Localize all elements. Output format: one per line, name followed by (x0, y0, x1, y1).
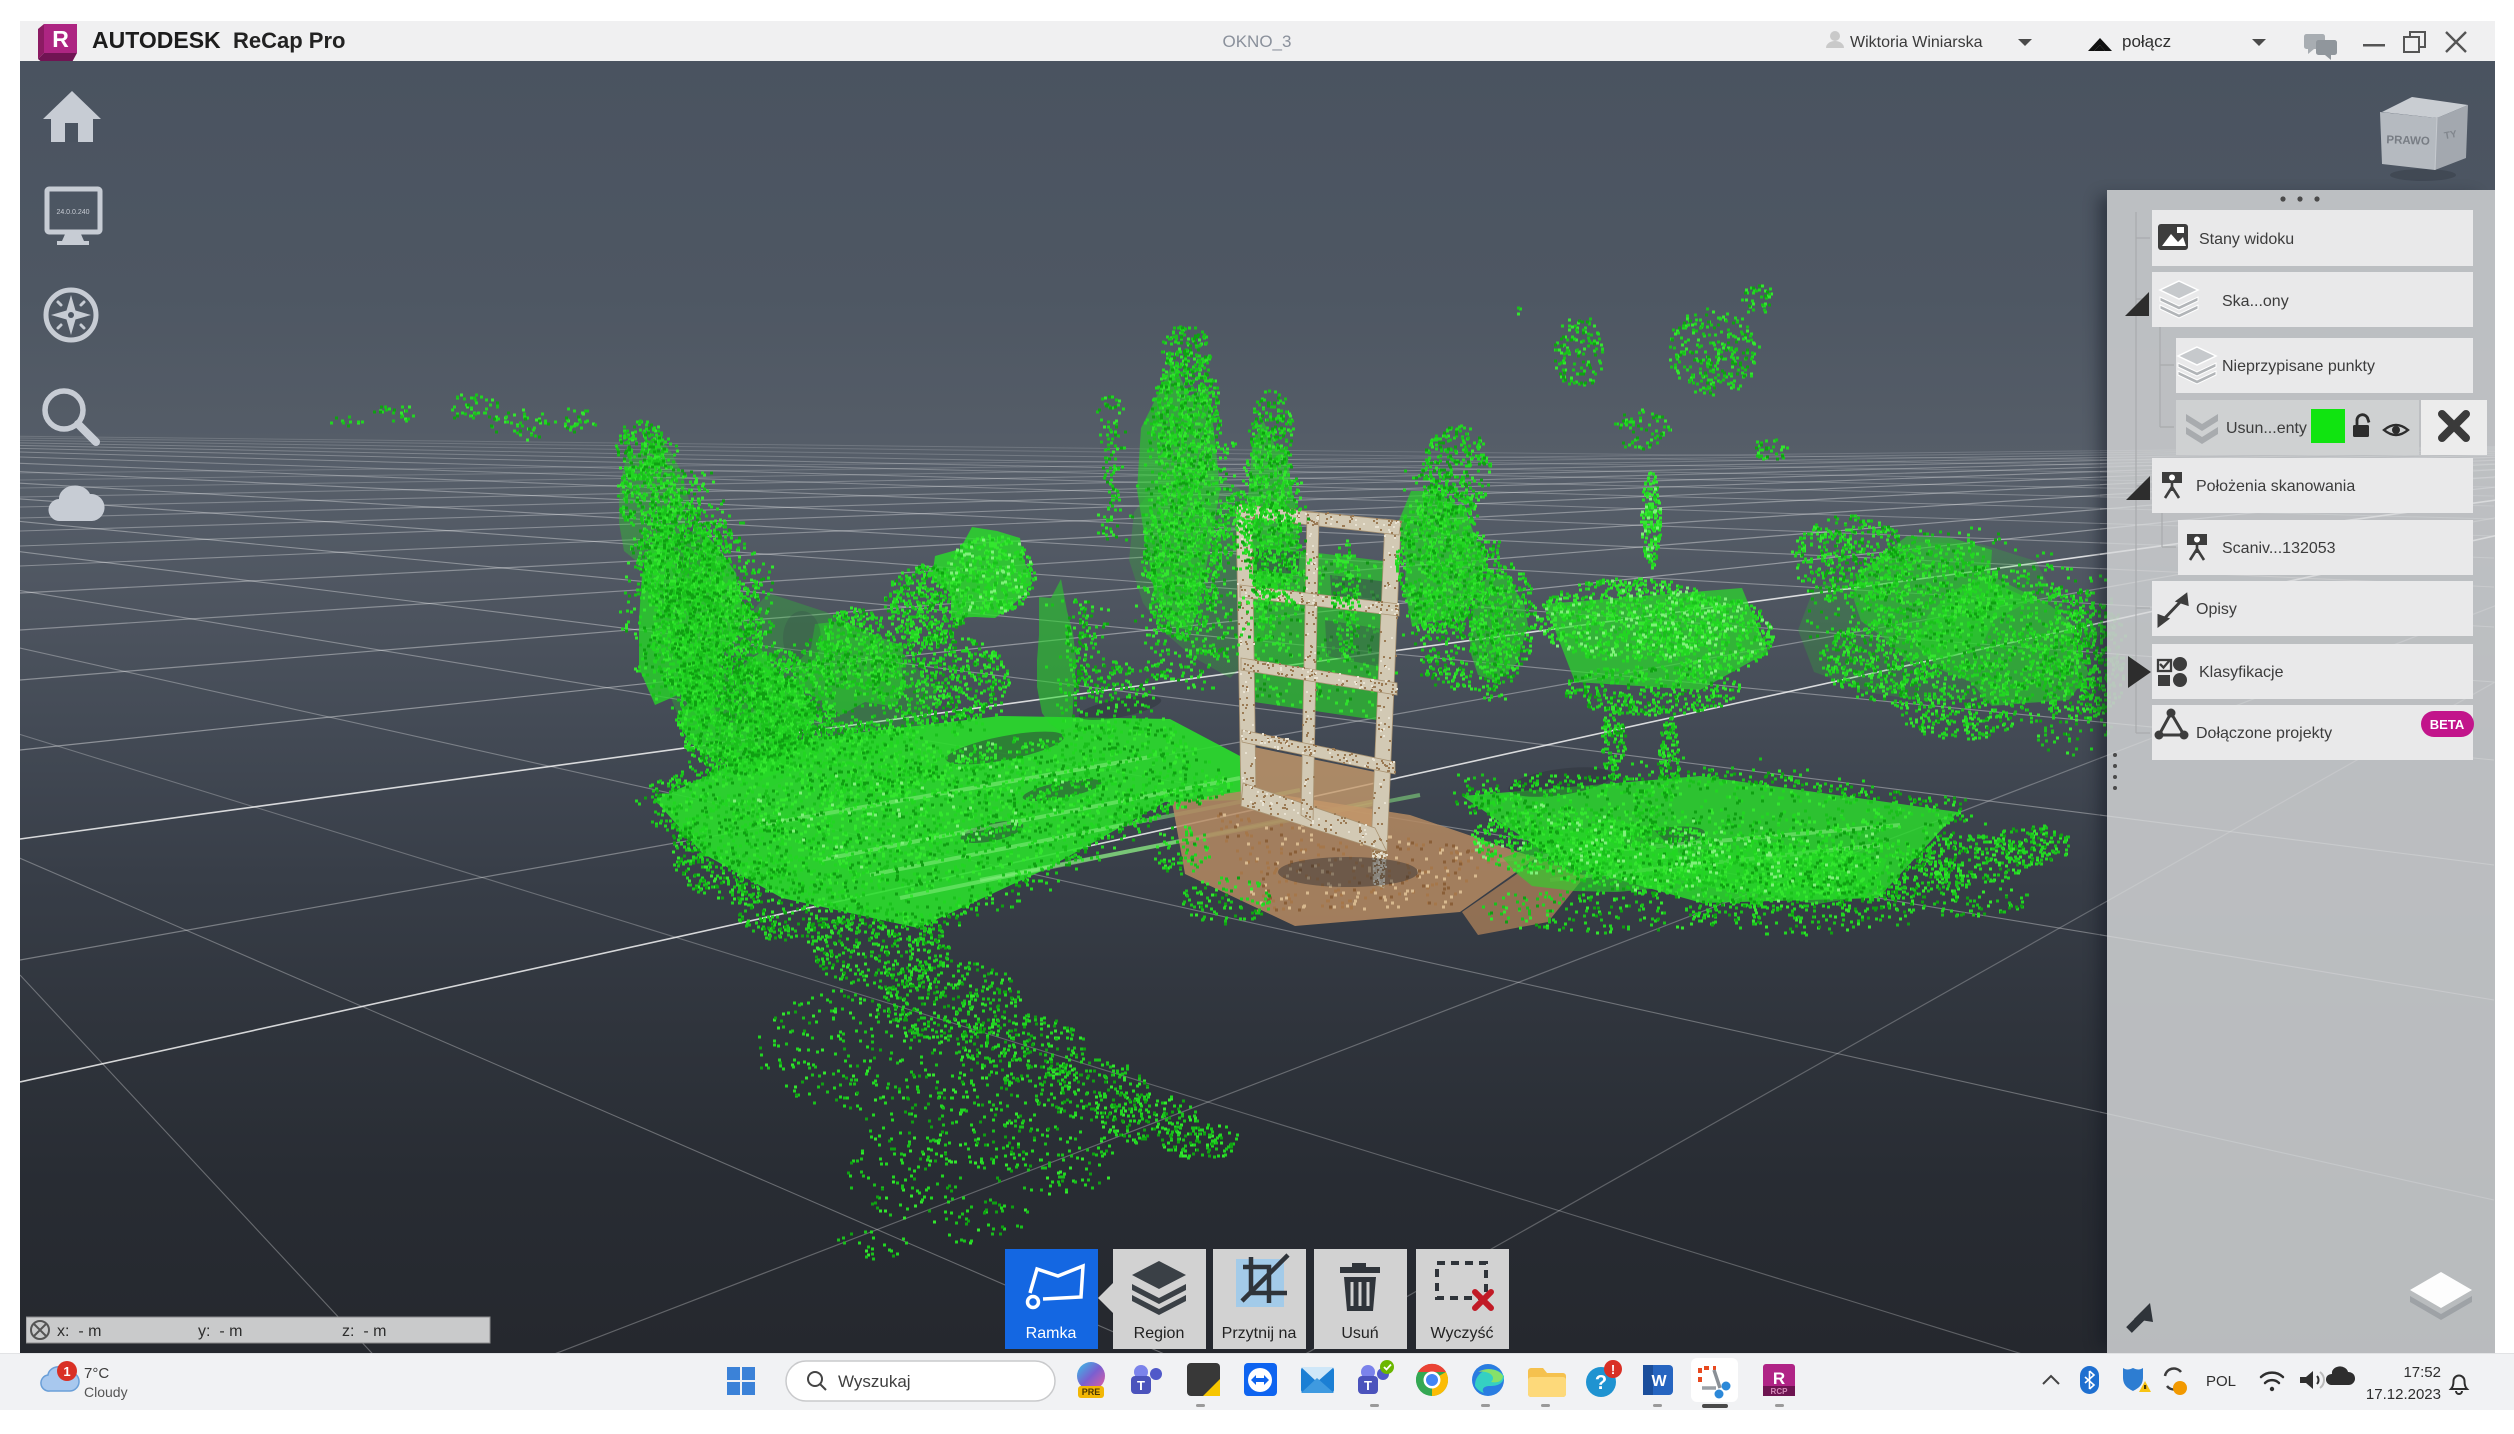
svg-text:24.0.0.240: 24.0.0.240 (56, 209, 89, 216)
svg-text:Klasyfikacje: Klasyfikacje (2199, 664, 2284, 681)
svg-text:Cloudy: Cloudy (84, 1384, 128, 1400)
svg-text:PRAWO: PRAWO (2386, 134, 2430, 148)
svg-text:Wyszukaj: Wyszukaj (838, 1372, 911, 1391)
svg-text:1: 1 (63, 1364, 70, 1379)
svg-text:W: W (1651, 1373, 1667, 1390)
svg-text:Dołączone projekty: Dołączone projekty (2196, 725, 2332, 742)
svg-text:T: T (1364, 1378, 1372, 1393)
svg-text:7°C: 7°C (84, 1365, 109, 1382)
svg-text:!: ! (1611, 1362, 1615, 1377)
svg-text:BETA: BETA (2430, 717, 2465, 732)
svg-text:POL: POL (2206, 1373, 2236, 1390)
svg-text:TY: TY (2443, 129, 2458, 142)
svg-text:Położenia skanowania: Położenia skanowania (2196, 478, 2355, 495)
svg-text:Usun...enty: Usun...enty (2226, 420, 2307, 437)
svg-text:połącz: połącz (2122, 32, 2171, 51)
svg-text:RCP: RCP (1771, 1387, 1789, 1396)
svg-text:Ramka: Ramka (1026, 1325, 1077, 1342)
svg-text:Region: Region (1134, 1325, 1185, 1342)
svg-text:ReCap Pro: ReCap Pro (233, 28, 345, 53)
svg-text:Ska...ony: Ska...ony (2222, 293, 2289, 310)
svg-text:PRE: PRE (1082, 1387, 1101, 1397)
svg-text:OKNO_3: OKNO_3 (1223, 32, 1292, 51)
svg-text:Nieprzypisane punkty: Nieprzypisane punkty (2222, 358, 2375, 375)
svg-text:y: - m: y: - m (198, 1323, 242, 1340)
svg-text:R: R (52, 26, 69, 52)
svg-text:T: T (1137, 1378, 1145, 1393)
svg-text:Wiktoria Winiarska: Wiktoria Winiarska (1850, 34, 1983, 51)
svg-text:Stany widoku: Stany widoku (2199, 231, 2294, 248)
svg-text:Scaniv...132053: Scaniv...132053 (2222, 540, 2336, 557)
svg-text:AUTODESK: AUTODESK (92, 27, 221, 53)
svg-text:?: ? (1595, 1372, 1607, 1394)
svg-text:x: - m: x: - m (57, 1323, 101, 1340)
svg-text:Opisy: Opisy (2196, 601, 2237, 618)
svg-text:Wyczyść: Wyczyść (1431, 1325, 1494, 1342)
svg-text:17:52: 17:52 (2403, 1364, 2441, 1381)
svg-text:z: - m: z: - m (342, 1323, 386, 1340)
svg-text:R: R (1773, 1369, 1785, 1388)
svg-text:17.12.2023: 17.12.2023 (2366, 1386, 2441, 1403)
svg-text:Przytnij na: Przytnij na (1222, 1325, 1297, 1342)
svg-text:Usuń: Usuń (1341, 1325, 1378, 1342)
